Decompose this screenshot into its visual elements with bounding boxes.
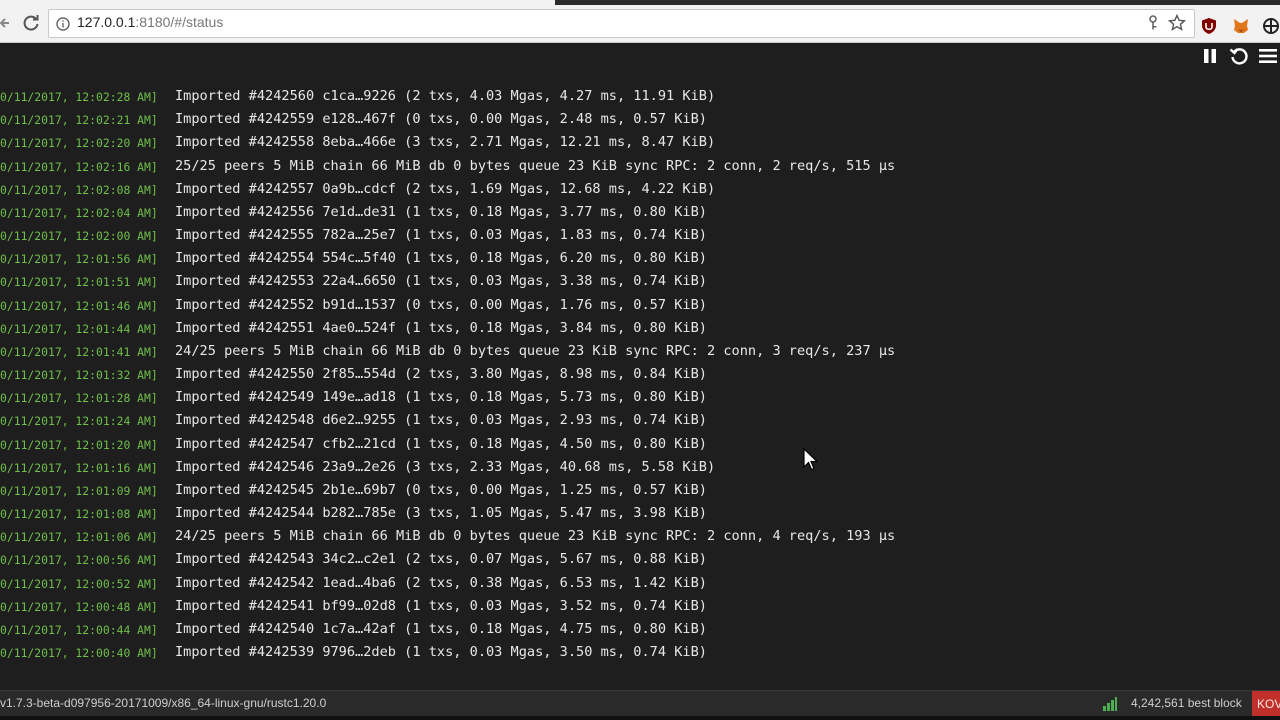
info-icon[interactable] xyxy=(56,16,70,31)
log-message: Imported #4242548 d6e2…9255 (1 txs, 0.03… xyxy=(175,412,707,429)
log-message: 24/25 peers 5 MiB chain 66 MiB db 0 byte… xyxy=(175,528,896,545)
log-message: Imported #4242546 23a9…2e26 (3 txs, 2.33… xyxy=(175,458,716,475)
log-timestamp: 0/11/2017, 12:02:20 AM] xyxy=(0,136,158,151)
metamask-fox-icon[interactable] xyxy=(1232,17,1250,35)
log-message: Imported #4242549 149e…ad18 (1 txs, 0.18… xyxy=(175,389,707,406)
log-message: Imported #4242543 34c2…c2e1 (2 txs, 0.07… xyxy=(175,551,707,568)
url-text[interactable]: 127.0.0.1:8180/#/status xyxy=(77,14,223,30)
node-log: 0/11/2017, 12:02:28 AM] Imported #4242560… xyxy=(0,86,1280,666)
log-timestamp: 0/11/2017, 12:02:21 AM] xyxy=(0,113,158,128)
log-timestamp: 0/11/2017, 12:01:46 AM] xyxy=(0,298,158,313)
log-timestamp: 0/11/2017, 12:01:28 AM] xyxy=(0,391,158,406)
extension-icon[interactable] xyxy=(1262,17,1280,35)
log-message: Imported #4242557 0a9b…cdcf (2 txs, 1.69… xyxy=(175,180,716,197)
log-message: Imported #4242544 b282…785e (3 txs, 1.05… xyxy=(175,505,707,522)
reload-icon[interactable] xyxy=(21,13,41,33)
menu-icon[interactable] xyxy=(1257,45,1279,67)
log-message: 24/25 peers 5 MiB chain 66 MiB db 0 byte… xyxy=(175,342,896,359)
log-message: Imported #4242559 e128…467f (0 txs, 0.00… xyxy=(175,111,707,128)
log-message: Imported #4242541 bf99…02d8 (1 txs, 0.03… xyxy=(175,597,707,614)
log-timestamp: 0/11/2017, 12:01:06 AM] xyxy=(0,530,158,545)
log-message: Imported #4242545 2b1e…69b7 (0 txs, 0.00… xyxy=(175,481,707,498)
log-timestamp: 0/11/2017, 12:01:09 AM] xyxy=(0,483,158,498)
log-timestamp: 0/11/2017, 12:00:48 AM] xyxy=(0,599,158,614)
log-timestamp: 0/11/2017, 12:01:56 AM] xyxy=(0,252,158,267)
log-message: Imported #4242555 782a…25e7 (1 txs, 0.03… xyxy=(175,227,707,244)
log-timestamp: 0/11/2017, 12:02:08 AM] xyxy=(0,182,158,197)
status-bar: v1.7.3-beta-d097956-20171009/x86_64-linu… xyxy=(0,690,1280,717)
log-message: Imported #4242553 22a4…6650 (1 txs, 0.03… xyxy=(175,273,707,290)
log-timestamp: 0/11/2017, 12:01:44 AM] xyxy=(0,321,158,336)
log-timestamp: 0/11/2017, 12:00:52 AM] xyxy=(0,576,158,591)
refresh-icon[interactable] xyxy=(1228,45,1250,67)
status-page-header xyxy=(0,43,1280,83)
url-path: :8180/#/status xyxy=(135,14,224,30)
browser-toolbar: 127.0.0.1:8180/#/status xyxy=(0,5,1280,43)
log-timestamp: 0/11/2017, 12:00:40 AM] xyxy=(0,646,158,661)
address-bar[interactable]: 127.0.0.1:8180/#/status xyxy=(48,9,1195,38)
log-message: Imported #4242539 9796…2deb (1 txs, 0.03… xyxy=(175,644,707,661)
log-message: Imported #4242554 554c…5f40 (1 txs, 0.18… xyxy=(175,250,707,267)
log-timestamp: 0/11/2017, 12:01:20 AM] xyxy=(0,437,158,452)
pause-icon[interactable] xyxy=(1199,45,1221,67)
key-icon[interactable] xyxy=(1146,15,1160,31)
log-timestamp: 0/11/2017, 12:00:56 AM] xyxy=(0,553,158,568)
bookmark-star-icon[interactable] xyxy=(1167,13,1187,32)
log-timestamp: 0/11/2017, 12:01:16 AM] xyxy=(0,460,158,475)
best-block: 4,242,561 best block xyxy=(1131,696,1242,710)
chain-badge[interactable]: KOV xyxy=(1252,691,1280,717)
log-message: 25/25 peers 5 MiB chain 66 MiB db 0 byte… xyxy=(175,157,896,174)
log-timestamp: 0/11/2017, 12:01:08 AM] xyxy=(0,507,158,522)
log-message: Imported #4242558 8eba…466e (3 txs, 2.71… xyxy=(175,134,716,151)
mouse-cursor-icon xyxy=(803,447,819,472)
url-host: 127.0.0.1 xyxy=(77,14,136,30)
log-message: Imported #4242551 4ae0…524f (1 txs, 0.18… xyxy=(175,319,707,336)
log-timestamp: 0/11/2017, 12:01:51 AM] xyxy=(0,275,158,290)
log-message: Imported #4242542 1ead…4ba6 (2 txs, 0.38… xyxy=(175,574,707,591)
log-timestamp: 0/11/2017, 12:01:41 AM] xyxy=(0,344,158,359)
back-arrow-icon[interactable] xyxy=(0,14,10,32)
log-message: Imported #4242540 1c7a…42af (1 txs, 0.18… xyxy=(175,620,707,637)
window-bottom-edge xyxy=(0,716,1280,720)
log-timestamp: 0/11/2017, 12:01:24 AM] xyxy=(0,414,158,429)
log-timestamp: 0/11/2017, 12:02:28 AM] xyxy=(0,90,158,104)
log-message: Imported #4242556 7e1d…de31 (1 txs, 0.18… xyxy=(175,203,707,220)
log-message: Imported #4242560 c1ca…9226 (2 txs, 4.03… xyxy=(175,88,716,104)
log-timestamp: 0/11/2017, 12:02:00 AM] xyxy=(0,229,158,244)
log-message: Imported #4242547 cfb2…21cd (1 txs, 0.18… xyxy=(175,435,707,452)
log-message: Imported #4242550 2f85…554d (2 txs, 3.80… xyxy=(175,366,707,383)
signal-bars-icon xyxy=(1103,696,1117,711)
log-timestamp: 0/11/2017, 12:01:32 AM] xyxy=(0,368,158,383)
ublock-shield-icon[interactable] xyxy=(1200,17,1218,35)
log-timestamp: 0/11/2017, 12:02:16 AM] xyxy=(0,159,158,174)
log-timestamp: 0/11/2017, 12:02:04 AM] xyxy=(0,205,158,220)
client-version: v1.7.3-beta-d097956-20171009/x86_64-linu… xyxy=(0,696,327,710)
log-timestamp: 0/11/2017, 12:00:44 AM] xyxy=(0,622,158,637)
log-message: Imported #4242552 b91d…1537 (0 txs, 0.00… xyxy=(175,296,707,313)
